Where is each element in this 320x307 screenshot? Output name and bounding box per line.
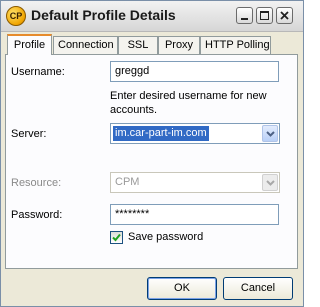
tab-proxy[interactable]: Proxy [158,36,200,54]
window-title: Default Profile Details [31,7,176,23]
username-hint: Enter desired username for new accounts. [110,89,267,117]
title-bar[interactable]: CP Default Profile Details [1,1,303,32]
tab-http-polling[interactable]: HTTP Polling [200,36,271,54]
server-dropdown-button[interactable] [262,125,278,142]
chevron-down-icon [266,180,275,186]
tab-ssl[interactable]: SSL [118,36,158,54]
password-input[interactable]: ******** [110,204,279,225]
tab-profile[interactable]: Profile [7,34,52,55]
password-label: Password: [11,209,63,221]
username-input[interactable]: greggd [110,61,279,82]
checkmark-icon [112,233,121,242]
cancel-button[interactable]: Cancel [223,277,293,300]
ok-button[interactable]: OK [147,277,217,300]
server-select[interactable]: im.car-part-im.com [110,123,280,144]
resource-select: CPM [110,172,280,193]
app-icon: CP [6,6,26,26]
save-password-checkbox[interactable] [110,231,123,244]
tab-connection[interactable]: Connection [53,36,118,54]
username-label: Username: [11,66,65,78]
maximize-button[interactable] [256,7,273,24]
resource-value: CPM [115,176,140,188]
close-icon [280,11,289,20]
close-button[interactable] [276,7,293,24]
save-password-label[interactable]: Save password [128,231,203,243]
profile-details-dialog: CP Default Profile Details Profile Conne… [0,0,304,307]
minimize-button[interactable] [236,7,253,24]
chevron-down-icon [266,131,275,137]
resource-label: Resource: [11,177,62,189]
server-value: im.car-part-im.com [113,126,209,141]
resource-dropdown-button [262,174,278,191]
server-label: Server: [11,128,47,140]
username-hint-line1: Enter desired username for new [110,90,267,102]
profile-panel: Username: greggd Enter desired username … [5,54,298,269]
username-hint-line2: accounts. [110,104,158,116]
